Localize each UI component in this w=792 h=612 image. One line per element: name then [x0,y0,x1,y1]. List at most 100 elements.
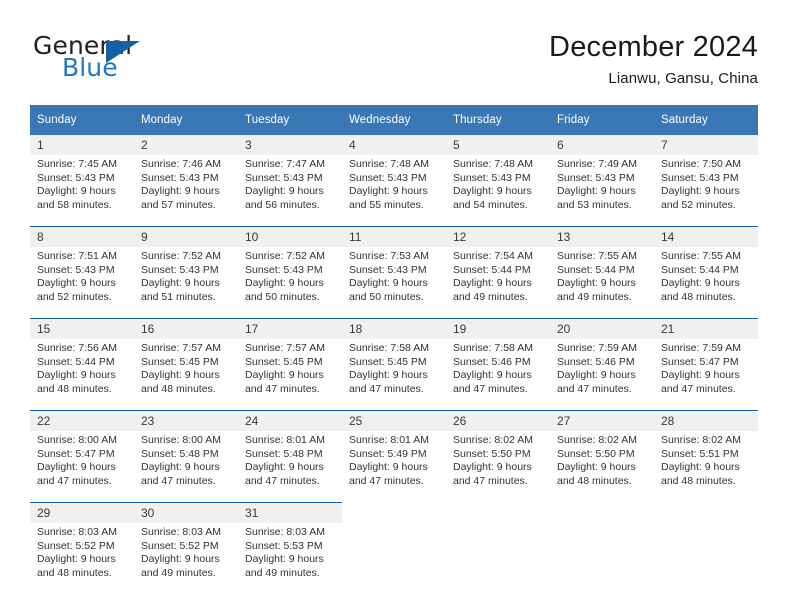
daylight-text-line1: Daylight: 9 hours [557,369,636,382]
sunset-text: Sunset: 5:46 PM [557,355,635,368]
day-cell[interactable]: Sunrise: 7:54 AM Sunset: 5:44 PM Dayligh… [446,247,550,319]
day-number[interactable]: 21 [654,318,758,339]
day-number[interactable]: 24 [238,410,342,431]
page-header: General Blue December 2024 Lianwu, Gansu… [0,0,792,100]
day-cell[interactable]: Sunrise: 8:01 AM Sunset: 5:49 PM Dayligh… [342,431,446,503]
sunrise-text: Sunrise: 7:52 AM [141,250,221,262]
day-cell[interactable]: Sunrise: 8:02 AM Sunset: 5:51 PM Dayligh… [654,431,758,503]
day-cell[interactable]: Sunrise: 8:01 AM Sunset: 5:48 PM Dayligh… [238,431,342,503]
daylight-text-line1: Daylight: 9 hours [141,185,220,198]
day-number[interactable]: 7 [654,135,758,155]
day-number[interactable]: 26 [446,410,550,431]
day-number[interactable]: 14 [654,226,758,247]
day-number[interactable]: 3 [238,135,342,155]
day-number[interactable]: 20 [550,318,654,339]
day-cell[interactable]: Sunrise: 7:48 AM Sunset: 5:43 PM Dayligh… [342,155,446,227]
daylight-text-line2: and 47 minutes. [245,474,320,487]
daylight-text-line1: Daylight: 9 hours [453,277,532,290]
day-cell[interactable]: Sunrise: 8:02 AM Sunset: 5:50 PM Dayligh… [550,431,654,503]
sunset-text: Sunset: 5:43 PM [245,171,323,184]
sunrise-text: Sunrise: 8:00 AM [37,434,117,446]
daylight-text-line1: Daylight: 9 hours [453,185,532,198]
daylight-text-line2: and 47 minutes. [141,474,216,487]
day-number[interactable]: 19 [446,318,550,339]
day-cell[interactable]: Sunrise: 7:50 AM Sunset: 5:43 PM Dayligh… [654,155,758,227]
day-number[interactable]: 23 [134,410,238,431]
day-cell[interactable]: Sunrise: 7:56 AM Sunset: 5:44 PM Dayligh… [30,339,134,411]
day-cell[interactable]: Sunrise: 7:46 AM Sunset: 5:43 PM Dayligh… [134,155,238,227]
day-number[interactable]: 25 [342,410,446,431]
sunrise-text: Sunrise: 8:00 AM [141,434,221,446]
day-cell[interactable]: Sunrise: 8:00 AM Sunset: 5:48 PM Dayligh… [134,431,238,503]
daylight-text-line2: and 58 minutes. [37,198,112,211]
day-cell[interactable]: Sunrise: 8:02 AM Sunset: 5:50 PM Dayligh… [446,431,550,503]
general-blue-logo[interactable]: General Blue [33,33,233,89]
day-number[interactable]: 13 [550,226,654,247]
daylight-text-line2: and 47 minutes. [453,382,528,395]
day-number-row: 15 16 17 18 19 20 21 [30,318,758,339]
sunrise-text: Sunrise: 7:49 AM [557,158,637,170]
sunset-text: Sunset: 5:46 PM [453,355,531,368]
day-cell-empty [654,523,758,594]
day-number[interactable]: 30 [134,502,238,523]
day-number[interactable]: 6 [550,135,654,155]
weekday-header-wednesday: Wednesday [342,105,446,135]
day-info-row: Sunrise: 7:56 AM Sunset: 5:44 PM Dayligh… [30,339,758,411]
day-number[interactable]: 16 [134,318,238,339]
daylight-text-line1: Daylight: 9 hours [557,185,636,198]
day-cell[interactable]: Sunrise: 7:58 AM Sunset: 5:45 PM Dayligh… [342,339,446,411]
day-cell[interactable]: Sunrise: 7:52 AM Sunset: 5:43 PM Dayligh… [238,247,342,319]
sunset-text: Sunset: 5:44 PM [37,355,115,368]
weekday-header-saturday: Saturday [654,105,758,135]
day-cell[interactable]: Sunrise: 7:55 AM Sunset: 5:44 PM Dayligh… [654,247,758,319]
day-cell[interactable]: Sunrise: 8:03 AM Sunset: 5:52 PM Dayligh… [134,523,238,594]
day-cell[interactable]: Sunrise: 7:57 AM Sunset: 5:45 PM Dayligh… [134,339,238,411]
weekday-header-thursday: Thursday [446,105,550,135]
day-number[interactable]: 2 [134,135,238,155]
day-number[interactable]: 11 [342,226,446,247]
day-number[interactable]: 18 [342,318,446,339]
day-number[interactable]: 27 [550,410,654,431]
sunrise-text: Sunrise: 7:58 AM [349,342,429,354]
day-cell[interactable]: Sunrise: 8:00 AM Sunset: 5:47 PM Dayligh… [30,431,134,503]
day-number[interactable]: 22 [30,410,134,431]
day-number[interactable]: 8 [30,226,134,247]
day-number[interactable]: 4 [342,135,446,155]
day-cell[interactable]: Sunrise: 8:03 AM Sunset: 5:53 PM Dayligh… [238,523,342,594]
day-number[interactable]: 31 [238,502,342,523]
day-cell[interactable]: Sunrise: 7:59 AM Sunset: 5:46 PM Dayligh… [550,339,654,411]
sunset-text: Sunset: 5:43 PM [661,171,739,184]
daylight-text-line1: Daylight: 9 hours [245,185,324,198]
daylight-text-line1: Daylight: 9 hours [661,369,740,382]
day-number[interactable]: 28 [654,410,758,431]
day-cell[interactable]: Sunrise: 8:03 AM Sunset: 5:52 PM Dayligh… [30,523,134,594]
day-number[interactable]: 1 [30,135,134,155]
day-cell[interactable]: Sunrise: 7:58 AM Sunset: 5:46 PM Dayligh… [446,339,550,411]
daylight-text-line1: Daylight: 9 hours [453,461,532,474]
daylight-text-line1: Daylight: 9 hours [661,461,740,474]
day-cell[interactable]: Sunrise: 7:48 AM Sunset: 5:43 PM Dayligh… [446,155,550,227]
day-number[interactable]: 12 [446,226,550,247]
day-cell[interactable]: Sunrise: 7:52 AM Sunset: 5:43 PM Dayligh… [134,247,238,319]
day-number[interactable]: 15 [30,318,134,339]
day-cell[interactable]: Sunrise: 7:45 AM Sunset: 5:43 PM Dayligh… [30,155,134,227]
day-number[interactable]: 17 [238,318,342,339]
daylight-text-line2: and 53 minutes. [557,198,632,211]
day-number[interactable]: 5 [446,135,550,155]
day-number[interactable]: 10 [238,226,342,247]
daylight-text-line1: Daylight: 9 hours [245,369,324,382]
day-cell[interactable]: Sunrise: 7:49 AM Sunset: 5:43 PM Dayligh… [550,155,654,227]
day-cell[interactable]: Sunrise: 7:47 AM Sunset: 5:43 PM Dayligh… [238,155,342,227]
day-cell[interactable]: Sunrise: 7:51 AM Sunset: 5:43 PM Dayligh… [30,247,134,319]
day-cell[interactable]: Sunrise: 7:59 AM Sunset: 5:47 PM Dayligh… [654,339,758,411]
daylight-text-line1: Daylight: 9 hours [245,277,324,290]
daylight-text-line2: and 49 minutes. [245,566,320,579]
daylight-text-line1: Daylight: 9 hours [141,277,220,290]
day-cell[interactable]: Sunrise: 7:57 AM Sunset: 5:45 PM Dayligh… [238,339,342,411]
day-number[interactable]: 29 [30,502,134,523]
day-number[interactable]: 9 [134,226,238,247]
daylight-text-line2: and 48 minutes. [661,290,736,303]
day-cell[interactable]: Sunrise: 7:55 AM Sunset: 5:44 PM Dayligh… [550,247,654,319]
day-cell[interactable]: Sunrise: 7:53 AM Sunset: 5:43 PM Dayligh… [342,247,446,319]
weekday-header-row: Sunday Monday Tuesday Wednesday Thursday… [30,105,758,135]
